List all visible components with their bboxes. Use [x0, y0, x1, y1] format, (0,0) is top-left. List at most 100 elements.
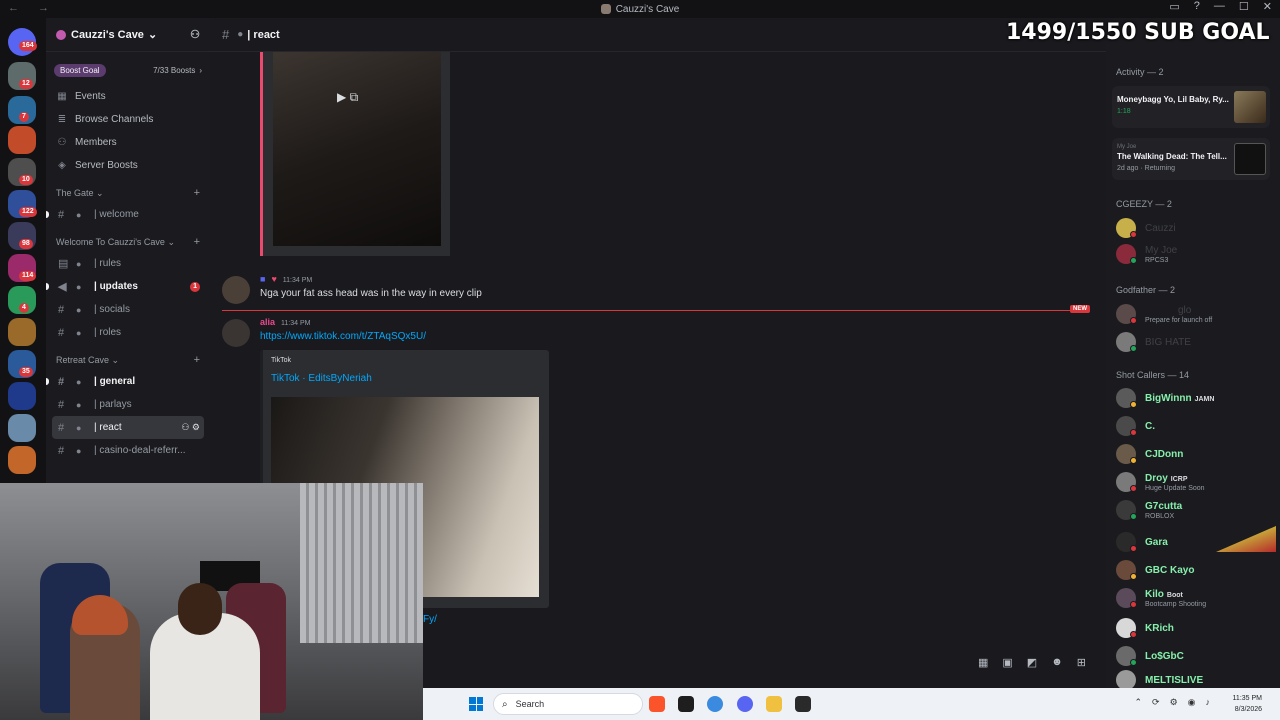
server-icon [600, 4, 611, 14]
activity-header: Activity — 2 [1116, 67, 1164, 77]
server-badge: 12 [19, 79, 33, 89]
member[interactable]: BIG HATE [1116, 330, 1276, 354]
channel-general[interactable]: # ● | general [46, 370, 204, 393]
member[interactable]: G7cutta ROBLOX [1116, 498, 1276, 522]
member[interactable]: Lo$GbC [1116, 644, 1276, 668]
avatar[interactable] [222, 276, 250, 304]
nav-label: Server Boosts [75, 160, 138, 171]
guild-header[interactable]: Cauzzi's Cave ⌄ ⚇ [46, 18, 210, 52]
server-icon[interactable] [8, 446, 36, 474]
add-channel-icon[interactable]: + [194, 187, 200, 199]
video-embed[interactable]: ▶ ⧉ [260, 52, 450, 256]
hash-icon: # [58, 326, 65, 339]
activity-card[interactable]: Moneybagg Yo, Lil Baby, Ry... 1:18 [1112, 86, 1270, 128]
member[interactable]: BigWinnn JAMN [1116, 386, 1276, 410]
unread-indicator [46, 211, 49, 218]
app-icon[interactable] [795, 696, 811, 712]
inbox-icon[interactable]: ▭ [1169, 0, 1179, 13]
channel-rules[interactable]: ▤ ● | rules [52, 252, 204, 275]
category-label: The Gate [56, 188, 94, 198]
message-link-fragment[interactable]: Fy/ [423, 614, 437, 625]
channel-emoji-icon: ● [76, 327, 82, 338]
member[interactable]: glo Prepare for launch off [1116, 302, 1276, 326]
search-label: Search [515, 699, 545, 709]
status-idle [1130, 457, 1137, 464]
nav-events[interactable]: ▦ Events [46, 85, 210, 108]
close-button[interactable]: ✕ [1263, 0, 1272, 13]
channel-emoji-icon: ● [76, 209, 82, 220]
message-author[interactable]: ■ [260, 274, 265, 284]
chevron-down-icon: ⌄ [147, 29, 158, 41]
system-tray[interactable]: ⌃⟳⚙◉♪ [1134, 697, 1220, 708]
member[interactable]: Cauzzi [1116, 216, 1276, 240]
member[interactable]: CJDonn [1116, 442, 1276, 466]
channel-sidebar: Cauzzi's Cave ⌄ ⚇ Boost Goal 7/33 Boosts… [46, 18, 210, 486]
webcam-feed [0, 483, 423, 720]
server-icon[interactable] [8, 414, 36, 442]
message-author[interactable]: alia [260, 317, 275, 327]
channel-react[interactable]: # ● | react ⚇ ⚙ [52, 416, 204, 439]
avatar[interactable] [222, 319, 250, 347]
person-head [178, 583, 222, 635]
emoji-icon[interactable]: ☻ [1051, 656, 1063, 669]
channel-label: | roles [94, 327, 122, 338]
channel-label: | welcome [94, 209, 139, 220]
category-welcome[interactable]: Welcome To Cauzzi's Cave ⌄ + [46, 232, 210, 252]
windows-start-icon[interactable] [469, 697, 483, 711]
app-icon[interactable] [678, 696, 694, 712]
minimize-button[interactable]: — [1214, 0, 1225, 13]
message-link[interactable]: https://www.tiktok.com/t/ZTAqSQx5U/ [260, 331, 426, 342]
nav-server-boosts[interactable]: ◈ Server Boosts [46, 154, 210, 177]
apps-icon[interactable]: ⊞ [1077, 656, 1086, 669]
server-icon[interactable] [8, 126, 36, 154]
file-explorer-icon[interactable] [766, 696, 782, 712]
server-icon[interactable] [8, 318, 36, 346]
play-icon[interactable]: ▶ ⧉ [337, 90, 358, 105]
channel-casino[interactable]: # ● | casino-deal-referr... [52, 439, 204, 462]
member[interactable]: KRich [1116, 616, 1276, 640]
nav-browse-channels[interactable]: ≣ Browse Channels [46, 108, 210, 131]
member[interactable]: My Joe RPCS3 [1116, 242, 1276, 266]
nav-arrows[interactable]: ← → [8, 2, 57, 14]
activity-card[interactable]: My Joe The Walking Dead: The Tell... 2d … [1112, 138, 1270, 180]
member[interactable]: C. [1116, 414, 1276, 438]
add-channel-icon[interactable]: + [194, 236, 200, 248]
help-icon[interactable]: ? [1194, 0, 1200, 13]
member[interactable]: GBC Kayo [1116, 558, 1276, 582]
channel-socials[interactable]: # ● | socials [52, 298, 204, 321]
taskbar-clock[interactable]: 11:35 PM 8/3/2026 [1233, 693, 1262, 715]
category-retreat-cave[interactable]: Retreat Cave ⌄ + [46, 350, 210, 370]
album-art [1234, 91, 1266, 123]
edge-browser-icon[interactable] [707, 696, 723, 712]
invite-icon[interactable]: ⚇ [190, 28, 200, 41]
hash-icon: # [58, 375, 65, 388]
brave-browser-icon[interactable] [649, 696, 665, 712]
taskbar-search[interactable]: ⌕ Search [493, 693, 643, 715]
channel-updates[interactable]: ◀ ● | updates 1 [46, 275, 204, 298]
gift-icon[interactable]: ▦ [978, 656, 988, 669]
maximize-button[interactable]: ☐ [1239, 0, 1249, 13]
server-badge: 122 [19, 207, 37, 217]
add-channel-icon[interactable]: + [194, 354, 200, 366]
server-icon[interactable] [8, 382, 36, 410]
channel-roles[interactable]: # ● | roles [52, 321, 204, 344]
member[interactable]: Droy ICRP Huge Update Soon [1116, 470, 1276, 494]
member[interactable]: Kilo Boot Bootcamp Shooting [1116, 586, 1276, 610]
channel-settings-icon[interactable]: ⚇ ⚙ [181, 422, 200, 433]
sticker-icon[interactable]: ◩ [1027, 656, 1037, 669]
discord-icon[interactable] [737, 696, 753, 712]
member[interactable]: Gara [1116, 526, 1276, 554]
search-icon: ⌕ [502, 698, 508, 710]
member-name: BigWinnn JAMN [1145, 393, 1215, 404]
channel-emoji-icon: ● [237, 29, 244, 40]
gif-icon[interactable]: ▣ [1002, 656, 1012, 669]
status-online [1130, 659, 1137, 666]
embed-title[interactable]: TikTok · EditsByNeriah [271, 373, 372, 384]
channel-welcome[interactable]: # ● | welcome [46, 203, 204, 226]
heart-icon: ♥ [271, 274, 277, 284]
channel-parlays[interactable]: # ● | parlays [52, 393, 204, 416]
category-the-gate[interactable]: The Gate ⌄ + [46, 183, 210, 203]
status-online [1130, 257, 1137, 264]
nav-members[interactable]: ⚇ Members [46, 131, 210, 154]
boost-goal-bar[interactable]: Boost Goal 7/33 Boosts › [54, 61, 202, 79]
